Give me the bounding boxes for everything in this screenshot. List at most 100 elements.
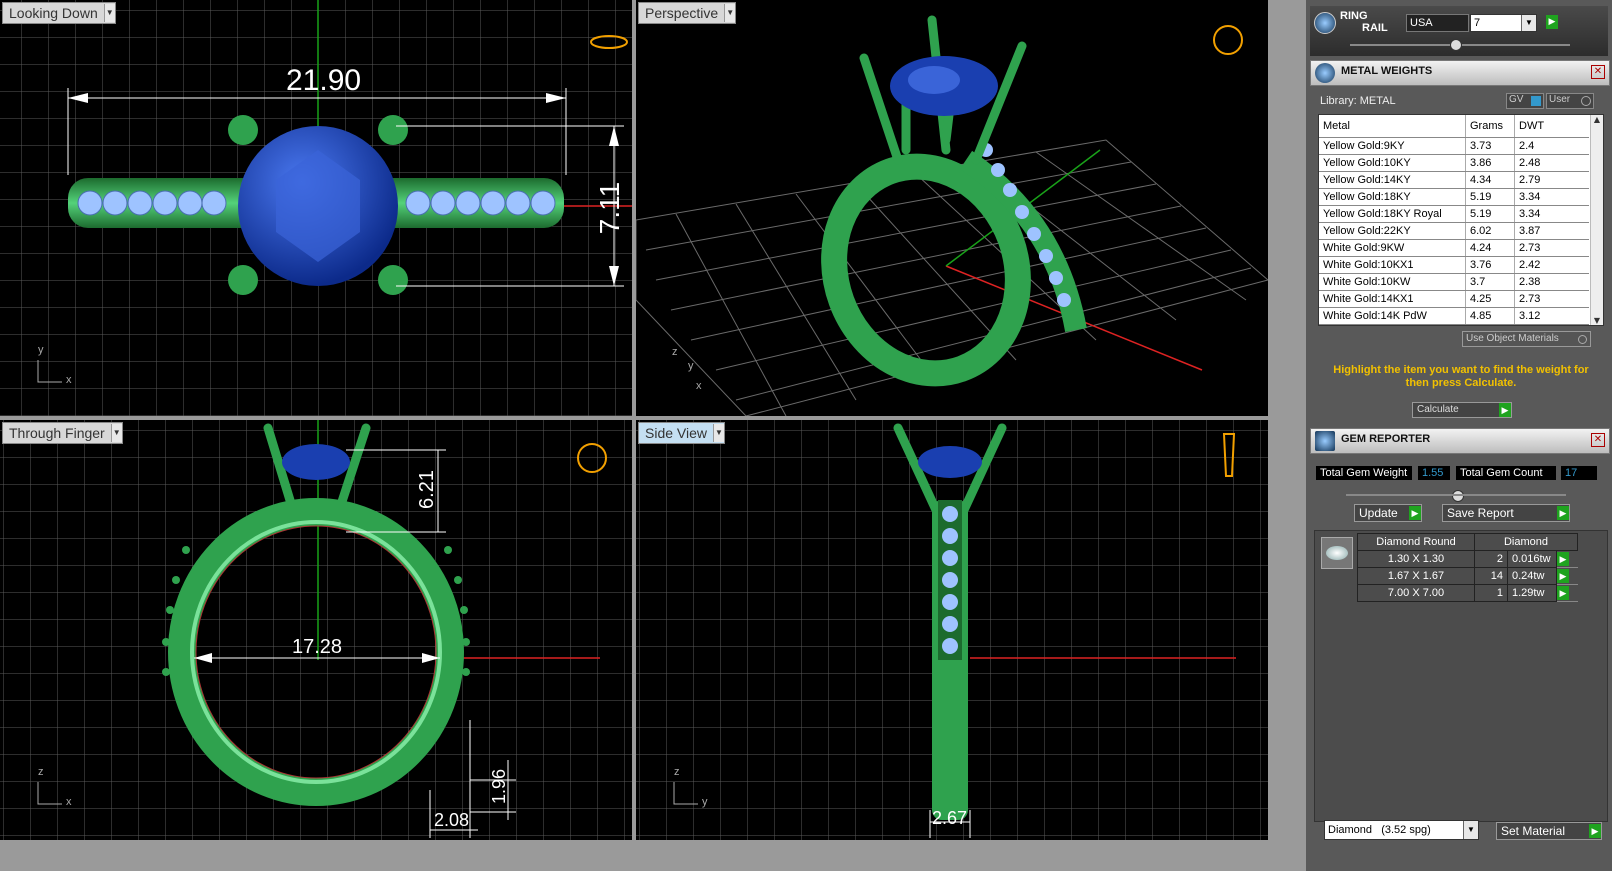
gem-slider-thumb[interactable]	[1452, 490, 1464, 502]
update-label: Update	[1359, 506, 1398, 520]
table-row[interactable]: White Gold:9KW 4.24 2.73	[1319, 239, 1589, 257]
ring-size-select[interactable]: 7 ▼	[1470, 14, 1537, 32]
user-toggle[interactable]: User	[1546, 93, 1594, 109]
save-report-label: Save Report	[1447, 506, 1514, 520]
gem-type-header: Diamond	[1474, 533, 1578, 551]
gem-list-area: Diamond Round Diamond 1.30 X 1.30 2 0.016t…	[1314, 530, 1608, 822]
side-grid	[636, 420, 1268, 840]
cell-metal: White Gold:10KW	[1319, 273, 1466, 291]
cell-metal: White Gold:10KX1	[1319, 256, 1466, 274]
set-material-button[interactable]: Set Material ▶	[1496, 822, 1602, 840]
viewport-label-text: Looking Down	[9, 5, 98, 21]
ring-rail-go-button[interactable]: ▶	[1546, 15, 1558, 29]
table-row[interactable]: Yellow Gold:18KY 5.19 3.34	[1319, 188, 1589, 206]
library-label: Library: METAL	[1320, 95, 1396, 107]
front-inner-dimension: 17.28	[292, 636, 343, 658]
column-header-dwt[interactable]: DWT	[1514, 115, 1589, 138]
table-row[interactable]: Yellow Gold:10KY 3.86 2.48	[1319, 154, 1589, 172]
cell-dwt: 3.34	[1514, 205, 1589, 223]
ring-rail-slider-thumb[interactable]	[1450, 39, 1462, 51]
metal-weights-title: METAL WEIGHTS	[1341, 65, 1433, 77]
gv-toggle[interactable]: GV	[1506, 93, 1544, 109]
gem-slider[interactable]	[1346, 494, 1566, 496]
cell-dwt: 2.42	[1514, 256, 1589, 274]
front-grid	[0, 420, 632, 840]
metal-weights-table: Metal Grams DWT Yellow Gold:9KY 3.73 2.4 Ye…	[1318, 114, 1604, 326]
chevron-down-icon[interactable]: ▼	[1591, 316, 1603, 325]
update-button[interactable]: Update ▶	[1354, 504, 1422, 522]
gem-cell-weight: 1.29tw	[1507, 584, 1557, 602]
top-width-dimension: 21.90	[286, 64, 362, 97]
top-grid	[0, 0, 632, 416]
use-object-materials-toggle[interactable]: Use Object Materials	[1462, 331, 1591, 347]
front-shank-dimension: 1.96	[489, 768, 510, 805]
ring-size-value: 7	[1474, 17, 1481, 29]
column-header-grams[interactable]: Grams	[1465, 115, 1515, 138]
cell-grams: 6.02	[1465, 222, 1515, 240]
side-width-dimension: 2.67	[932, 808, 968, 828]
cell-grams: 4.85	[1465, 307, 1515, 325]
table-row[interactable]: Yellow Gold:14KY 4.34 2.79	[1319, 171, 1589, 189]
chevron-down-icon[interactable]: ▼	[724, 4, 736, 22]
chevron-down-icon[interactable]: ▼	[103, 4, 115, 22]
metal-weights-icon	[1315, 63, 1335, 83]
close-icon[interactable]: ✕	[1591, 65, 1605, 79]
cell-grams: 4.25	[1465, 290, 1515, 308]
viewport-label-looking-down[interactable]: Looking Down ▼	[2, 2, 116, 24]
viewport-perspective[interactable]: z y x Perspective ▼	[636, 0, 1268, 416]
table-row[interactable]: White Gold:14KX1 4.25 2.73	[1319, 290, 1589, 308]
gem-reporter-header: GEM REPORTER ✕	[1310, 428, 1610, 454]
gem-cell-size: 1.67 X 1.67	[1357, 567, 1475, 585]
gem-row-go-button[interactable]: ▶	[1556, 550, 1578, 568]
axis-y-label: y	[38, 344, 44, 356]
chevron-up-icon[interactable]: ▲	[1591, 115, 1603, 124]
cell-grams: 5.19	[1465, 205, 1515, 223]
table-row[interactable]: Yellow Gold:22KY 6.02 3.87	[1319, 222, 1589, 240]
save-report-button[interactable]: Save Report ▶	[1442, 504, 1570, 522]
close-icon[interactable]: ✕	[1591, 433, 1605, 447]
material-sg-value: (3.52 spg)	[1381, 824, 1431, 836]
table-row[interactable]: Yellow Gold:9KY 3.73 2.4	[1319, 138, 1589, 155]
country-value: USA	[1410, 17, 1433, 29]
total-gem-weight-value: 1.55	[1418, 466, 1450, 480]
country-select[interactable]: USA	[1406, 14, 1469, 32]
gem-row-go-button[interactable]: ▶	[1556, 567, 1578, 585]
table-row[interactable]: White Gold:14K PdW 4.85 3.12	[1319, 307, 1589, 325]
viewport-label-text: Through Finger	[9, 425, 105, 441]
calculate-button[interactable]: Calculate ▶	[1412, 402, 1512, 418]
right-panel: RING RAIL USA 7 ▼ ▶ METAL WEIGHTS ✕ Libra…	[1306, 0, 1612, 871]
gem-row[interactable]: 1.67 X 1.67 14 0.24tw ▶	[1357, 567, 1578, 585]
viewport-through-finger[interactable]: 17.28 6.21 1.96 2.08 z x Through Finger ▼	[0, 420, 632, 840]
cell-dwt: 2.38	[1514, 273, 1589, 291]
viewport-side-view[interactable]: 2.67 z y Side View ▼	[636, 420, 1268, 840]
play-icon: ▶	[1557, 569, 1569, 583]
column-header-metal[interactable]: Metal	[1319, 115, 1466, 138]
gem-row[interactable]: 7.00 X 7.00 1 1.29tw ▶	[1357, 584, 1578, 602]
gem-cell-count: 2	[1474, 550, 1508, 568]
cell-grams: 3.86	[1465, 154, 1515, 172]
table-row[interactable]: White Gold:10KX1 3.76 2.42	[1319, 256, 1589, 274]
gem-row-go-button[interactable]: ▶	[1556, 584, 1578, 602]
axis-y-label: y	[688, 360, 694, 372]
front-bottom-dimension: 2.08	[434, 810, 470, 830]
viewport-looking-down[interactable]: 21.90 7.11 y x Looking Down ▼	[0, 0, 632, 416]
axis-z-label: z	[672, 346, 678, 358]
axis-z-label: z	[38, 766, 44, 778]
ring-rail-title-line2: RAIL	[1362, 22, 1388, 34]
material-select[interactable]: Diamond (3.52 spg) ▼	[1324, 820, 1479, 840]
table-row[interactable]: Yellow Gold:18KY Royal 5.19 3.34	[1319, 205, 1589, 223]
user-label: User	[1549, 94, 1571, 105]
gem-row[interactable]: 1.30 X 1.30 2 0.016tw ▶	[1357, 550, 1578, 568]
chevron-down-icon[interactable]: ▼	[110, 424, 122, 442]
table-scrollbar[interactable]: ▲ ▼	[1590, 115, 1603, 325]
viewport-label-through-finger[interactable]: Through Finger ▼	[2, 422, 123, 444]
viewport-label-side-view[interactable]: Side View ▼	[638, 422, 726, 444]
chevron-down-icon: ▼	[1463, 821, 1478, 839]
total-gem-count-value: 17	[1561, 466, 1597, 480]
chevron-down-icon[interactable]: ▼	[713, 424, 725, 442]
viewport-label-perspective[interactable]: Perspective ▼	[638, 2, 737, 24]
axis-x-label: x	[696, 380, 702, 392]
gem-totals: Total Gem Weight 1.55 Total Gem Count 17	[1316, 466, 1604, 482]
table-row[interactable]: White Gold:10KW 3.7 2.38	[1319, 273, 1589, 291]
cell-dwt: 3.12	[1514, 307, 1589, 325]
